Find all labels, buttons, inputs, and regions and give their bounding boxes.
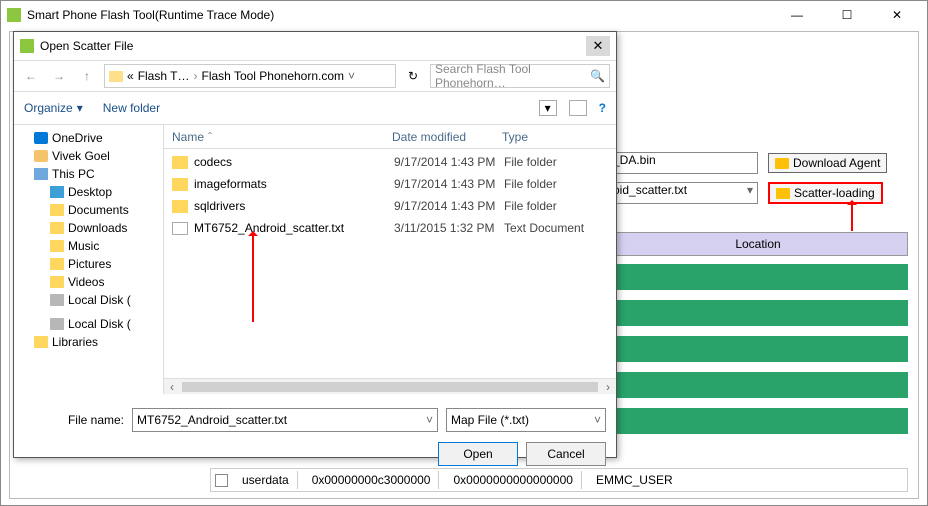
nav-back-button[interactable]: ← (20, 65, 42, 87)
download-agent-button[interactable]: Download Agent (768, 153, 887, 173)
main-window: Smart Phone Flash Tool(Runtime Trace Mod… (0, 0, 928, 506)
partition-rows (608, 264, 908, 434)
tree-videos[interactable]: Videos (16, 273, 161, 291)
userdata-begin: 0x00000000c3000000 (304, 471, 440, 489)
view-options-button[interactable]: ▾ (539, 100, 557, 116)
minimize-button[interactable]: — (779, 4, 815, 26)
search-icon: 🔍 (590, 69, 605, 83)
open-button[interactable]: Open (438, 442, 518, 466)
file-list-header[interactable]: Nameˆ Date modified Type (164, 125, 616, 149)
main-title: Smart Phone Flash Tool(Runtime Trace Mod… (27, 8, 779, 22)
dialog-title: Open Scatter File (40, 39, 586, 53)
annotation-arrow (252, 232, 254, 322)
dialog-toolbar: Organize ▾ New folder ▾ ? (14, 92, 616, 124)
userdata-end: 0x0000000000000000 (445, 471, 581, 489)
organize-button[interactable]: Organize ▾ (24, 101, 83, 115)
userdata-region: EMMC_USER (588, 471, 681, 489)
dialog-footer: File name: MT6752_Android_scatter.txt˅ M… (14, 394, 616, 470)
app-icon (7, 8, 21, 22)
file-row[interactable]: sqldrivers 9/17/2014 1:43 PM File folder (164, 195, 616, 217)
tree-this-pc[interactable]: This PC (16, 165, 161, 183)
folder-icon (776, 188, 790, 199)
annotation-arrow (851, 201, 853, 231)
partition-row[interactable] (608, 336, 908, 362)
folder-icon (172, 178, 188, 191)
refresh-button[interactable]: ↻ (402, 65, 424, 87)
file-name-label: File name: (24, 413, 124, 427)
file-rows: codecs 9/17/2014 1:43 PM File folder ima… (164, 149, 616, 241)
folder-icon (775, 158, 789, 169)
tree-libraries[interactable]: Libraries (16, 333, 161, 351)
nav-forward-button[interactable]: → (48, 65, 70, 87)
da-file-input[interactable]: _DA.bin (608, 152, 758, 174)
userdata-name: userdata (234, 471, 298, 489)
right-panel: _DA.bin Download Agent oid_scatter.txt ▾… (608, 152, 908, 444)
tree-documents[interactable]: Documents (16, 201, 161, 219)
partition-row[interactable] (608, 264, 908, 290)
partition-row[interactable] (608, 408, 908, 434)
tree-local-d[interactable]: Local Disk ( (16, 315, 161, 333)
tree-downloads[interactable]: Downloads (16, 219, 161, 237)
tree-desktop[interactable]: Desktop (16, 183, 161, 201)
main-titlebar: Smart Phone Flash Tool(Runtime Trace Mod… (1, 1, 927, 29)
col-type[interactable]: Type (494, 130, 616, 144)
maximize-button[interactable]: ☐ (829, 4, 865, 26)
nav-tree[interactable]: OneDrive Vivek Goel This PC Desktop Docu… (14, 125, 164, 394)
dialog-close-button[interactable]: ✕ (586, 36, 610, 56)
new-folder-button[interactable]: New folder (103, 101, 160, 115)
open-file-dialog: Open Scatter File ✕ ← → ↑ « Flash T… › F… (13, 31, 617, 458)
location-column-header: Location (608, 232, 908, 256)
close-button[interactable]: ✕ (879, 4, 915, 26)
col-name[interactable]: Nameˆ (164, 130, 384, 144)
file-row[interactable]: codecs 9/17/2014 1:43 PM File folder (164, 151, 616, 173)
dialog-content: OneDrive Vivek Goel This PC Desktop Docu… (14, 124, 616, 394)
scatter-loading-button[interactable]: Scatter-loading (768, 182, 883, 204)
folder-icon (172, 156, 188, 169)
file-name-input[interactable]: MT6752_Android_scatter.txt˅ (132, 408, 438, 432)
dialog-titlebar: Open Scatter File ✕ (14, 32, 616, 60)
preview-pane-button[interactable] (569, 100, 587, 116)
tree-local-c[interactable]: Local Disk ( (16, 291, 161, 309)
text-file-icon (172, 222, 188, 235)
cancel-button[interactable]: Cancel (526, 442, 606, 466)
file-row-selected[interactable]: MT6752_Android_scatter.txt 3/11/2015 1:3… (164, 217, 616, 239)
search-input[interactable]: Search Flash Tool Phonehorn… 🔍 (430, 64, 610, 88)
nav-up-button[interactable]: ↑ (76, 65, 98, 87)
userdata-row[interactable]: userdata 0x00000000c3000000 0x0000000000… (210, 468, 908, 492)
help-button[interactable]: ? (599, 101, 606, 115)
partition-row[interactable] (608, 372, 908, 398)
file-list: Nameˆ Date modified Type codecs 9/17/201… (164, 125, 616, 394)
horizontal-scrollbar[interactable]: ‹› (164, 378, 616, 394)
dialog-nav: ← → ↑ « Flash T… › Flash Tool Phonehorn.… (14, 60, 616, 92)
file-row[interactable]: imageformats 9/17/2014 1:43 PM File fold… (164, 173, 616, 195)
tree-onedrive[interactable]: OneDrive (16, 129, 161, 147)
tree-user[interactable]: Vivek Goel (16, 147, 161, 165)
dialog-icon (20, 39, 34, 53)
scatter-file-input[interactable]: oid_scatter.txt ▾ (608, 182, 758, 204)
tree-pictures[interactable]: Pictures (16, 255, 161, 273)
tree-music[interactable]: Music (16, 237, 161, 255)
col-date[interactable]: Date modified (384, 130, 494, 144)
breadcrumb[interactable]: « Flash T… › Flash Tool Phonehorn.com ˅ (104, 64, 396, 88)
partition-row[interactable] (608, 300, 908, 326)
folder-icon (172, 200, 188, 213)
file-filter-select[interactable]: Map File (*.txt)˅ (446, 408, 606, 432)
userdata-checkbox[interactable] (215, 474, 228, 487)
folder-icon (109, 71, 123, 82)
